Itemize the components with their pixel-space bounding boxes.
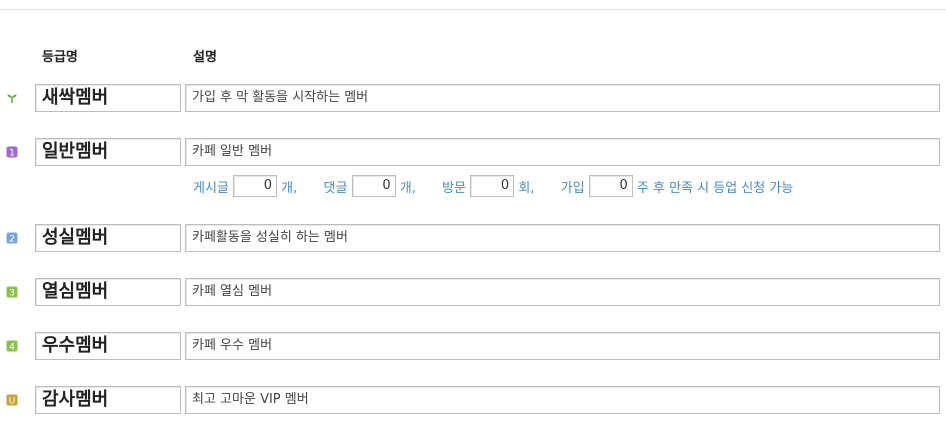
level-2-icon: 2 <box>6 232 18 244</box>
grade-row: 3 열심멤버 카페 열심 멤버 <box>0 278 946 306</box>
grade-row: 새싹멤버 가입 후 막 활동을 시작하는 멤버 <box>0 84 946 112</box>
svg-text:1: 1 <box>9 149 15 159</box>
grade-description-input[interactable]: 카페 우수 멤버 <box>185 332 940 360</box>
level-3-icon: 3 <box>6 286 18 298</box>
svg-text:4: 4 <box>9 343 15 353</box>
visits-count-input[interactable]: 0 <box>470 175 515 197</box>
grade-name-input[interactable]: 성실멤버 <box>35 224 181 252</box>
svg-text:U: U <box>9 397 16 407</box>
level-u-icon: U <box>6 394 18 406</box>
grade-description-input[interactable]: 카페 열심 멤버 <box>185 278 940 306</box>
join-suffix: 주 후 만족 시 등업 신청 가능 <box>636 180 794 196</box>
level-4-icon: 4 <box>6 340 18 352</box>
grade-description-input[interactable]: 카페 일반 멤버 <box>185 138 940 166</box>
join-label: 가입 <box>560 180 585 196</box>
grade-name-input[interactable]: 열심멤버 <box>35 278 181 306</box>
top-divider <box>0 9 946 10</box>
promotion-conditions: 게시글 0 개, 댓글 0 개, 방문 0 회, 가입 0 주 후 만족 시 등… <box>193 175 793 199</box>
grade-description-input[interactable]: 최고 고마운 VIP 멤버 <box>185 386 940 414</box>
comments-unit: 개, <box>399 180 416 196</box>
grade-name-input[interactable]: 새싹멤버 <box>35 84 181 112</box>
posts-count-input[interactable]: 0 <box>233 175 278 197</box>
join-weeks-input[interactable]: 0 <box>588 175 633 197</box>
grade-name-input[interactable]: 일반멤버 <box>35 138 181 166</box>
grade-row: 1 일반멤버 카페 일반 멤버 <box>0 138 946 166</box>
grade-row: 2 성실멤버 카페활동을 성실히 하는 멤버 <box>0 224 946 252</box>
visits-label: 방문 <box>442 180 467 196</box>
grade-name-input[interactable]: 우수멤버 <box>35 332 181 360</box>
visits-unit: 회, <box>518 180 535 196</box>
svg-text:3: 3 <box>9 289 15 299</box>
svg-text:2: 2 <box>9 235 15 245</box>
grade-row: U 감사멤버 최고 고마운 VIP 멤버 <box>0 386 946 414</box>
header-grade-name: 등급명 <box>42 50 78 65</box>
posts-unit: 개, <box>281 180 298 196</box>
comments-count-input[interactable]: 0 <box>351 175 396 197</box>
header-description: 설명 <box>193 50 217 65</box>
sprout-icon <box>7 94 17 103</box>
grade-name-input[interactable]: 감사멤버 <box>35 386 181 414</box>
posts-label: 게시글 <box>193 180 229 196</box>
comments-label: 댓글 <box>323 180 348 196</box>
level-1-icon: 1 <box>6 146 18 158</box>
grade-description-input[interactable]: 카페활동을 성실히 하는 멤버 <box>185 224 940 252</box>
grade-description-input[interactable]: 가입 후 막 활동을 시작하는 멤버 <box>185 84 940 112</box>
grade-row: 4 우수멤버 카페 우수 멤버 <box>0 332 946 360</box>
